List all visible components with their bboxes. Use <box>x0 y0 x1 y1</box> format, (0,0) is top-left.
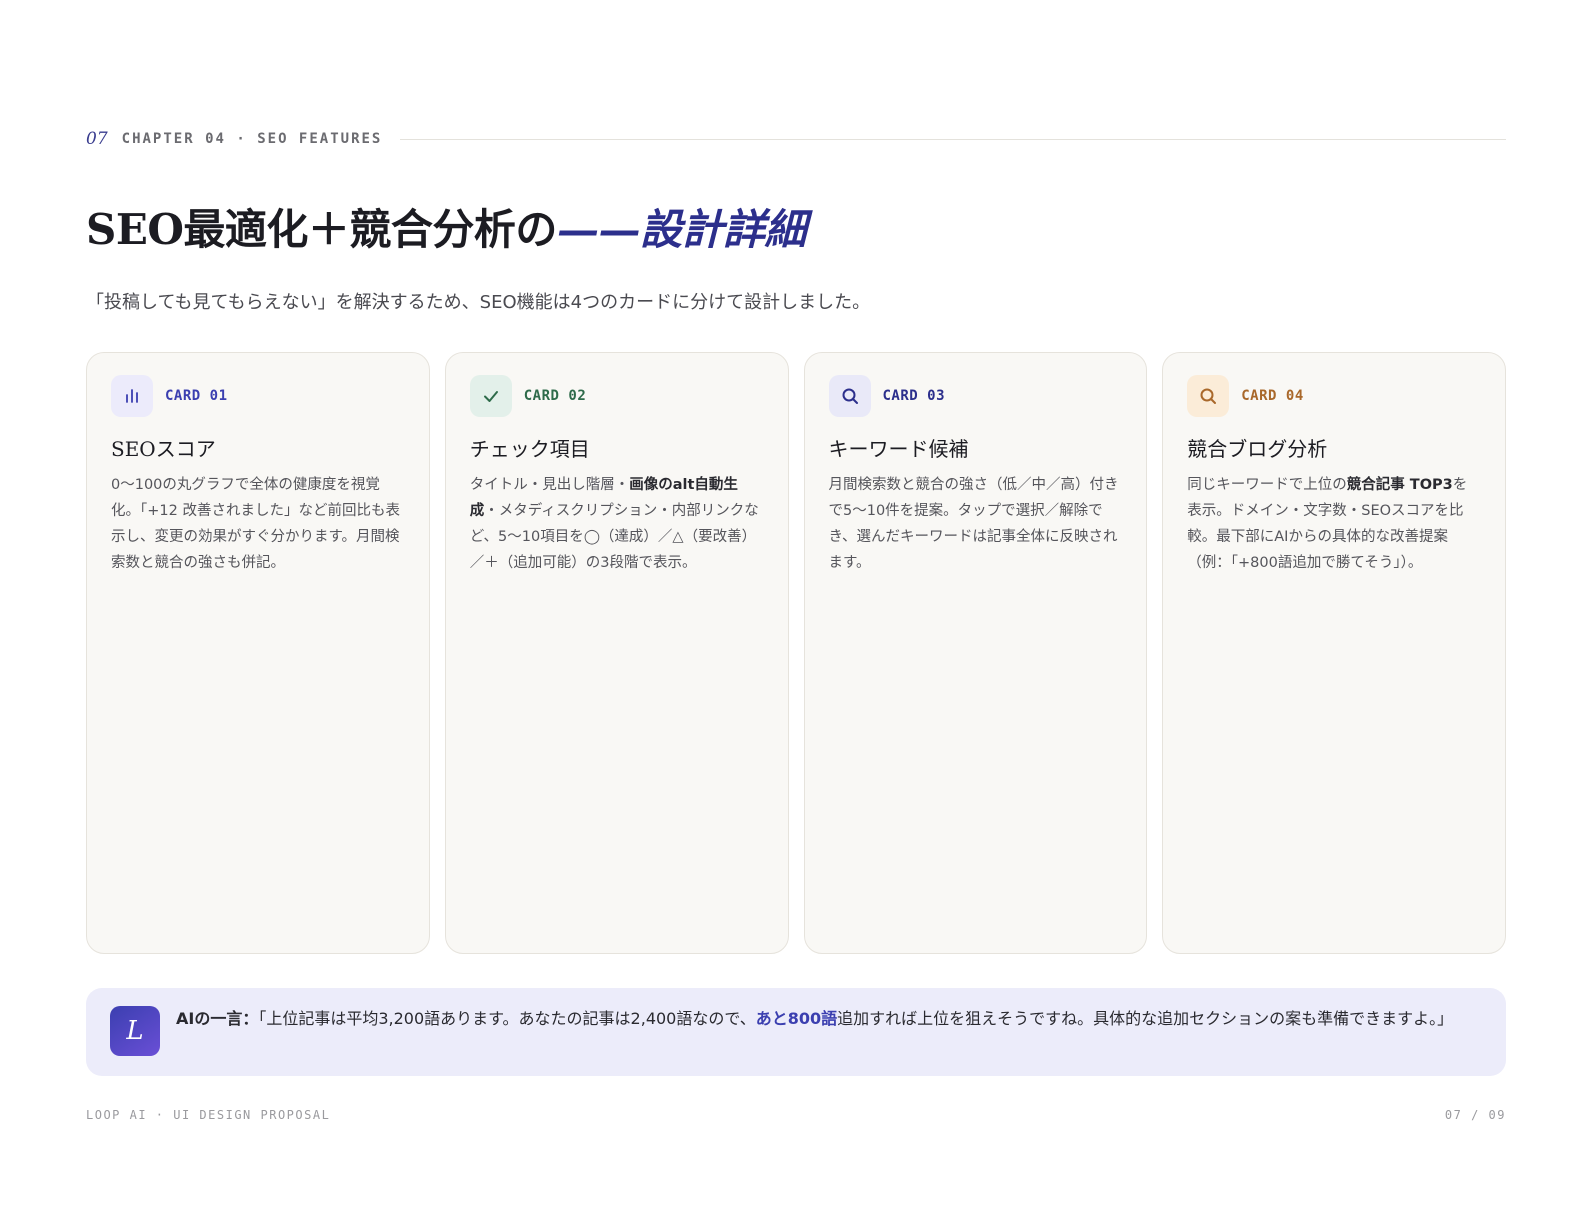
chapter-header: 07 CHAPTER 04 · SEO FEATURES <box>86 128 1506 150</box>
card-body: 同じキーワードで上位の競合記事 TOP3を表示。ドメイン・文字数・SEOスコアを… <box>1187 472 1481 576</box>
ai-comment-label: AIの一言： <box>176 1009 259 1028</box>
bar-chart-icon <box>111 375 153 417</box>
card-competitor-analysis: CARD 04 競合ブログ分析 同じキーワードで上位の競合記事 TOP3を表示。… <box>1162 352 1506 954</box>
card-body: 0〜100の丸グラフで全体の健康度を視覚化。「+12 改善されました」など前回比… <box>111 477 400 571</box>
card-body-text: 同じキーワードで上位の <box>1187 477 1347 493</box>
card-keyword-candidates: CARD 03 キーワード候補 月間検索数と競合の強さ（低／中／高）付きで5〜1… <box>803 352 1148 954</box>
ai-comment-post: 追加すれば上位を狙えそうですね。具体的な追加セクションの案も準備できますよ。」 <box>837 1009 1454 1028</box>
ai-comment-highlight: あと800語 <box>755 1009 838 1028</box>
footer-brand: LOOP AI · UI DESIGN PROPOSAL <box>86 1108 331 1122</box>
lead-text: 「投稿しても見てもらえない」を解決するため、SEO機能は4つのカードに分けて設計… <box>86 292 871 313</box>
ai-comment-pre: 「上位記事は平均3,200語あります。あなたの記事は2,400語なので、 <box>258 1009 756 1028</box>
card-body-bold: 競合記事 TOP3 <box>1346 477 1453 493</box>
card-title: 競合ブログ分析 <box>1187 437 1328 461</box>
chapter-label: CHAPTER 04 · SEO FEATURES <box>121 131 383 147</box>
card-header: CARD 01 <box>111 375 405 417</box>
header-divider <box>400 138 1506 140</box>
card-header: CARD 03 <box>828 375 1123 417</box>
card-seo-score: CARD 01 SEOスコア 0〜100の丸グラフで全体の健康度を視覚化。「+1… <box>86 352 430 954</box>
card-tag: CARD 02 <box>523 388 587 404</box>
page-title-main: SEO最適化＋競合分析の <box>86 205 557 254</box>
card-header: CARD 04 <box>1187 375 1481 417</box>
card-title: SEOスコア <box>111 437 216 461</box>
card-body: タイトル・見出し階層・画像のalt自動生成・メタディスクリプション・内部リンクな… <box>470 472 764 576</box>
search-icon <box>1187 375 1230 417</box>
feature-cards: CARD 01 SEOスコア 0〜100の丸グラフで全体の健康度を視覚化。「+1… <box>86 352 1506 954</box>
card-title: チェック項目 <box>469 437 590 461</box>
page-title-dash: —— <box>556 205 641 254</box>
card-header: CARD 02 <box>469 375 764 417</box>
search-icon <box>828 375 871 417</box>
ai-comment-box: L AIの一言：「上位記事は平均3,200語あります。あなたの記事は2,400語… <box>86 988 1506 1076</box>
check-icon <box>469 375 512 417</box>
card-tag: CARD 01 <box>165 388 228 404</box>
ai-avatar: L <box>110 1006 160 1056</box>
card-body-text: タイトル・見出し階層・ <box>469 477 630 493</box>
card-body: 月間検索数と競合の強さ（低／中／高）付きで5〜10件を提案。タップで選択／解除で… <box>828 477 1119 571</box>
page-title-accent: 設計詳細 <box>639 205 807 254</box>
card-title: キーワード候補 <box>828 437 969 461</box>
footer-page-count: 07 / 09 <box>1444 1108 1506 1122</box>
card-tag: CARD 03 <box>882 388 946 404</box>
ai-comment-text: AIの一言：「上位記事は平均3,200語あります。あなたの記事は2,400語なの… <box>176 1006 1453 1032</box>
card-body-text: ・メタディスクリプション・内部リンクなど、5〜10項目を◯（達成）／△（要改善）… <box>469 503 759 571</box>
card-check-items: CARD 02 チェック項目 タイトル・見出し階層・画像のalt自動生成・メタデ… <box>444 352 789 954</box>
card-tag: CARD 04 <box>1241 388 1304 404</box>
page-number: 07 <box>86 129 108 149</box>
page-title: SEO最適化＋競合分析の——設計詳細 <box>86 196 806 257</box>
